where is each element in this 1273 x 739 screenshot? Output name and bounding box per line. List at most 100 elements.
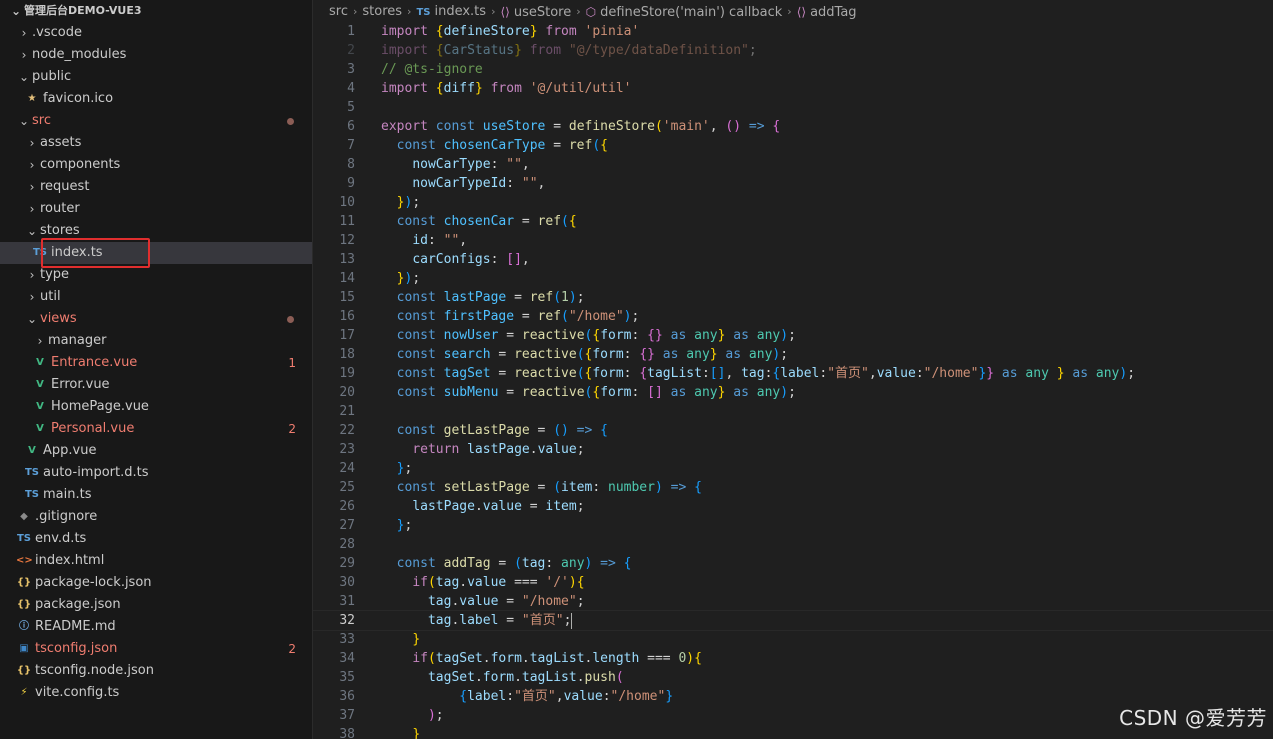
code-token: ( (514, 556, 522, 571)
folder-item[interactable]: › request (0, 176, 312, 198)
file-item[interactable]: TS auto-import.d.ts (0, 462, 312, 484)
file-item[interactable]: {} tsconfig.node.json (0, 660, 312, 682)
code-line[interactable]: 6 export const useStore = defineStore('ma… (313, 117, 1273, 136)
item-label: package-lock.json (35, 575, 152, 590)
code-line[interactable]: 2 import {CarStatus} from "@/type/dataDef… (313, 41, 1273, 60)
breadcrumb-item[interactable]: ⟨⟩ addTag (797, 0, 857, 25)
code-line[interactable]: 21 (313, 402, 1273, 421)
chevron-right-icon: › (29, 136, 35, 150)
line-number: 10 (339, 195, 355, 210)
code-line[interactable]: 4 import {diff} from '@/util/util' (313, 79, 1273, 98)
code-token: const (396, 366, 444, 381)
code-text: if(tag.value === '/'){ (381, 573, 584, 592)
code-token: tag (427, 613, 452, 628)
code-text: }); (381, 193, 420, 212)
folder-item[interactable]: › .vscode (0, 22, 312, 44)
code-line[interactable]: 18 const search = reactive({form: {} as … (313, 345, 1273, 364)
file-item[interactable]: V App.vue (0, 440, 312, 462)
file-item[interactable]: ⓘ README.md (0, 616, 312, 638)
line-number: 25 (339, 480, 355, 495)
code-token: ; (563, 613, 572, 628)
workspace-root[interactable]: ⌄ 管理后台DEMO-VUE3 (0, 0, 312, 22)
file-item[interactable]: ★ favicon.ico (0, 88, 312, 110)
folder-item[interactable]: › components (0, 154, 312, 176)
file-item[interactable]: V Entrance.vue 1 (0, 352, 312, 374)
folder-item[interactable]: › node_modules (0, 44, 312, 66)
code-line[interactable]: 5 (313, 98, 1273, 117)
code-line[interactable]: 26 lastPage.value = item; (313, 497, 1273, 516)
code-token: "首页" (521, 613, 564, 628)
breadcrumb-item[interactable]: TS index.ts (416, 0, 486, 25)
code-token: ( (576, 366, 585, 381)
code-line[interactable]: 17 const nowUser = reactive({form: {} as… (313, 326, 1273, 345)
code-text: import {diff} from '@/util/util' (381, 79, 631, 98)
code-token: ; (412, 271, 421, 286)
breadcrumb-item[interactable]: ⬡ defineStore('main') callback (586, 0, 783, 25)
code-line[interactable]: 11 const chosenCar = ref({ (313, 212, 1273, 231)
code-line[interactable]: 20 const subMenu = reactive({form: [] as… (313, 383, 1273, 402)
code-lines[interactable]: 1 import {defineStore} from 'pinia' 2 impor… (313, 22, 1273, 739)
folder-item[interactable]: › assets (0, 132, 312, 154)
code-line[interactable]: 10 }); (313, 193, 1273, 212)
code-line[interactable]: 13 carConfigs: [], (313, 250, 1273, 269)
code-line[interactable]: 3 // @ts-ignore (313, 60, 1273, 79)
code-line[interactable]: 31 tag.value = "/home"; (313, 592, 1273, 611)
file-item[interactable]: ⚡ vite.config.ts (0, 682, 312, 704)
code-token: ( (615, 670, 624, 685)
code-token: ( (553, 290, 562, 305)
code-line[interactable]: 14 }); (313, 269, 1273, 288)
folder-item[interactable]: › util (0, 286, 312, 308)
folder-item[interactable]: › manager (0, 330, 312, 352)
code-line[interactable]: 28 (313, 535, 1273, 554)
code-line[interactable]: 29 const addTag = (tag: any) => { (313, 554, 1273, 573)
folder-item[interactable]: ⌄ public (0, 66, 312, 88)
folder-item[interactable]: ⌄ src (0, 110, 312, 132)
code-line[interactable]: 7 const chosenCarType = ref({ (313, 136, 1273, 155)
code-line[interactable]: 25 const setLastPage = (item: number) =>… (313, 478, 1273, 497)
code-token: tag (427, 594, 452, 609)
file-item[interactable]: {} package.json (0, 594, 312, 616)
code-line[interactable]: 24 }; (313, 459, 1273, 478)
code-line[interactable]: 30 if(tag.value === '/'){ (313, 573, 1273, 592)
file-item[interactable]: TS main.ts (0, 484, 312, 506)
file-item[interactable]: V Error.vue (0, 374, 312, 396)
code-line[interactable]: 8 nowCarType: "", (313, 155, 1273, 174)
code-line[interactable]: 9 nowCarTypeId: "", (313, 174, 1273, 193)
breadcrumb-item[interactable]: stores (362, 0, 402, 24)
breadcrumb-item[interactable]: ⟨⟩ useStore (500, 0, 571, 25)
code-line[interactable]: 27 }; (313, 516, 1273, 535)
code-token: lastPage (443, 290, 507, 305)
code-line[interactable]: 35 tagSet.form.tagList.push( (313, 668, 1273, 687)
code-token: . (459, 575, 468, 590)
code-line[interactable]: 23 return lastPage.value; (313, 440, 1273, 459)
code-line[interactable]: 33 } (313, 630, 1273, 649)
folder-item[interactable]: › router (0, 198, 312, 220)
file-item[interactable]: V HomePage.vue (0, 396, 312, 418)
file-item[interactable]: <> index.html (0, 550, 312, 572)
breadcrumb-item[interactable]: src (329, 0, 348, 24)
code-line[interactable]: 12 id: "", (313, 231, 1273, 250)
code-line[interactable]: 32 tag.label = "首页"; (313, 610, 1273, 631)
code-token: [] (647, 385, 663, 400)
folder-item[interactable]: ⌄ views (0, 308, 312, 330)
code-line[interactable]: 16 const firstPage = ref("/home"); (313, 307, 1273, 326)
file-item[interactable]: V Personal.vue 2 (0, 418, 312, 440)
file-item[interactable]: ◆ .gitignore (0, 506, 312, 528)
code-token: form (482, 670, 515, 685)
breadcrumb-label: src (329, 4, 348, 19)
code-editor[interactable]: src › stores › TS index.ts › ⟨⟩ useStore › ⬡ define… (313, 0, 1273, 739)
annotation-highlight-box (41, 238, 150, 268)
code-line[interactable]: 1 import {defineStore} from 'pinia' (313, 22, 1273, 41)
code-line[interactable]: 22 const getLastPage = () => { (313, 421, 1273, 440)
code-line[interactable]: 19 const tagSet = reactive({form: {tagLi… (313, 364, 1273, 383)
problem-count-badge: 2 (288, 642, 296, 656)
code-line[interactable]: 34 if(tagSet.form.tagList.length === 0){ (313, 649, 1273, 668)
file-item[interactable]: TS env.d.ts (0, 528, 312, 550)
code-token: any (756, 328, 781, 343)
file-item[interactable]: {} package-lock.json (0, 572, 312, 594)
code-token: item (545, 499, 577, 514)
file-item[interactable]: ▣ tsconfig.json 2 (0, 638, 312, 660)
line-number: 24 (339, 461, 355, 476)
code-line[interactable]: 15 const lastPage = ref(1); (313, 288, 1273, 307)
